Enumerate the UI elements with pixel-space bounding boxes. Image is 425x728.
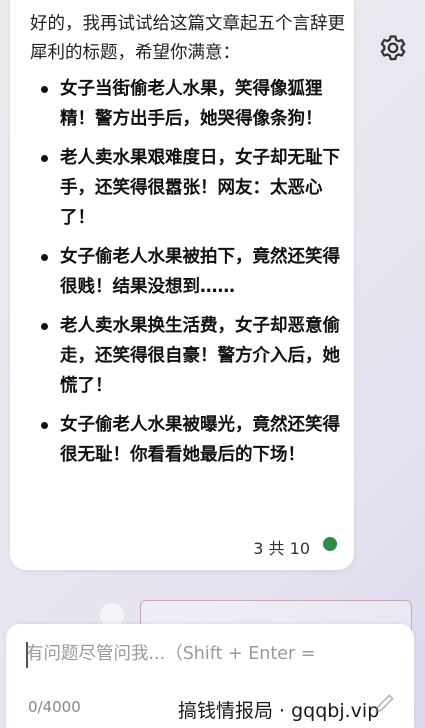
response-count: 3 共 10	[253, 539, 310, 558]
assistant-message-bubble: 好的，我再试试给这篇文章起五个言辞更犀利的标题，希望你满意： 女子当街偷老人水果…	[10, 0, 354, 570]
title-list: 女子当街偷老人水果，笑得像狐狸精！警方出手后，她哭得像条狗！ 老人卖水果艰难度日…	[10, 74, 354, 479]
list-item-text: 女子偷老人水果被拍下，竟然还笑得很贱！结果没想到……	[60, 247, 340, 297]
list-item-text: 女子当街偷老人水果，笑得像狐狸精！警方出手后，她哭得像条狗！	[60, 79, 323, 129]
list-item-text: 老人卖水果艰难度日，女子却无耻下手，还笑得很嚣张！网友：太恶心了！	[60, 148, 340, 228]
list-item: 女子偷老人水果被拍下，竟然还笑得很贱！结果没想到……	[10, 242, 354, 302]
list-item: 女子当街偷老人水果，笑得像狐狸精！警方出手后，她哭得像条狗！	[10, 74, 354, 134]
list-item: 女子偷老人水果被曝光，竟然还笑得很无耻！你看看她最后的下场！	[10, 410, 354, 470]
bullet-icon	[41, 254, 48, 261]
gear-icon[interactable]	[376, 33, 410, 67]
message-intro: 好的，我再试试给这篇文章起五个言辞更犀利的标题，希望你满意：	[30, 14, 345, 63]
bullet-icon	[41, 422, 48, 429]
status-indicator	[323, 537, 337, 551]
watermark-text: 搞钱情报局 · gqqbj.vip	[178, 700, 380, 722]
edit-icon[interactable]	[372, 690, 398, 716]
char-count: 0/4000	[28, 698, 81, 716]
list-item-text: 女子偷老人水果被曝光，竟然还笑得很无耻！你看看她最后的下场！	[60, 415, 340, 465]
text-caret	[26, 642, 28, 668]
bullet-icon	[41, 155, 48, 162]
list-item: 老人卖水果艰难度日，女子却无耻下手，还笑得很嚣张！网友：太恶心了！	[10, 143, 354, 233]
list-item: 老人卖水果换生活费，女子却恶意偷走，还笑得很自豪！警方介入后，她慌了！	[10, 311, 354, 401]
list-item-text: 老人卖水果换生活费，女子却恶意偷走，还笑得很自豪！警方介入后，她慌了！	[60, 316, 340, 396]
bullet-icon	[41, 86, 48, 93]
bullet-icon	[41, 323, 48, 330]
chat-input[interactable]	[26, 640, 406, 668]
